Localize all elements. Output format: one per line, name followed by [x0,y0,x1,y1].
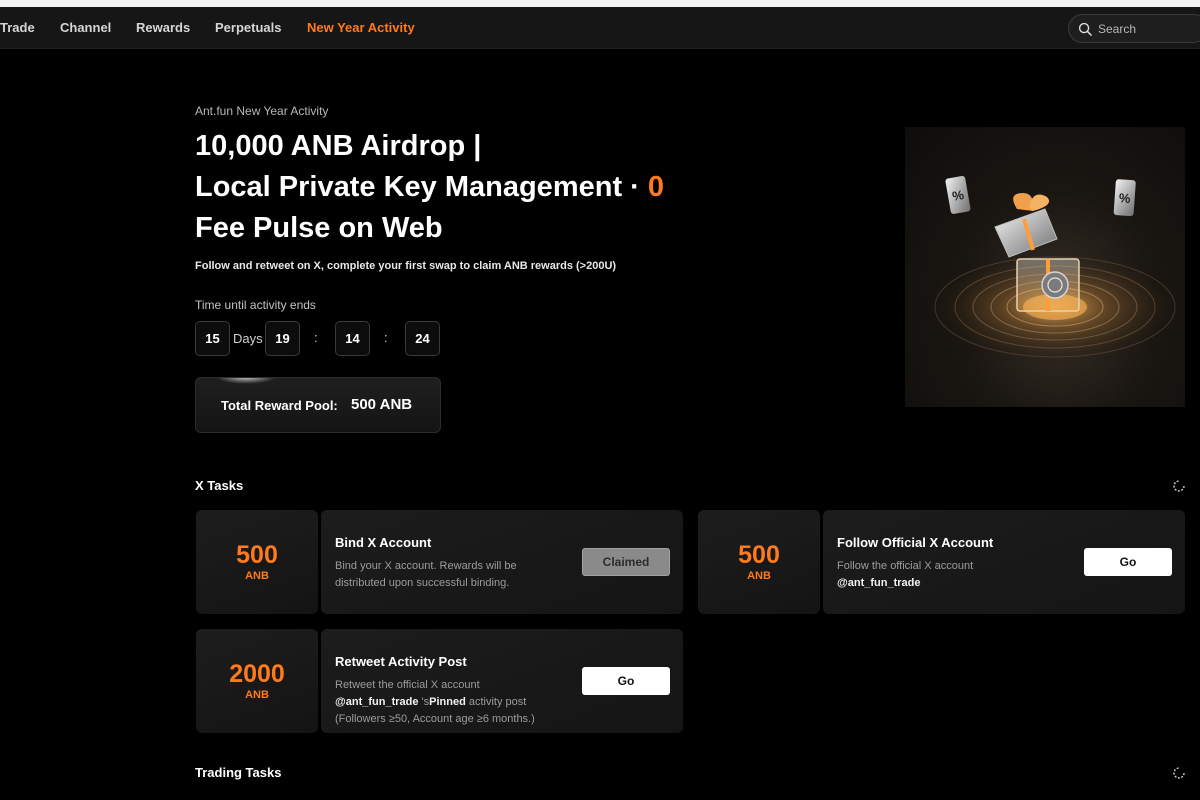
reward-pool-label: Total Reward Pool: [221,398,338,413]
gift-box-art: % % [915,176,1185,367]
nav-item-channel[interactable]: Channel [60,7,111,49]
possessive-text: 's [421,696,430,708]
timer-days: 15 [195,321,230,356]
reward-amount: 500 [236,541,278,569]
task-title: Bind X Account [335,535,432,550]
reward-amount-card: 2000 ANB [196,629,318,733]
reward-amount-card: 500 ANB [698,510,820,614]
task-description-line-3: (Followers ≥50, Account age ≥6 months.) [335,713,535,725]
headline-line-2: Local Private Key Management · 0 [195,167,755,208]
timer-days-unit: Days [233,331,263,346]
reward-amount-card: 500 ANB [196,510,318,614]
top-navbar: Trade Channel Rewards Perpetuals New Yea… [0,7,1200,49]
nav-item-trade[interactable]: Trade [0,7,35,49]
gift-box-illustration: % % [905,127,1185,407]
activity-eyebrow: Ant.fun New Year Activity [195,104,329,118]
headline-line-2-text: Local Private Key Management · [195,171,640,203]
nav-item-rewards[interactable]: Rewards [136,7,190,49]
x-handle: @ant_fun_trade [335,696,419,708]
search-box[interactable] [1068,14,1200,43]
task-description-text: Follow the official X account [837,560,974,572]
pinned-text: Pinned [429,696,466,708]
search-input[interactable] [1098,15,1200,42]
reward-unit: ANB [245,689,269,701]
timer-hours: 19 [265,321,300,356]
claimed-button[interactable]: Claimed [582,548,670,576]
reward-amount: 2000 [229,660,285,688]
timer-minutes: 14 [335,321,370,356]
task-card-bind-x-account: Bind X Account Bind your X account. Rewa… [321,510,683,614]
task-description-line-2: activity post [468,696,527,708]
headline-accent: 0 [647,171,665,203]
nav-item-new-year-activity[interactable]: New Year Activity [307,7,415,49]
task-description: Retweet the official X account @ant_fun_… [335,677,575,728]
timer-seconds: 24 [405,321,440,356]
x-handle: @ant_fun_trade [837,577,921,589]
timer-label: Time until activity ends [195,298,316,312]
task-card-retweet-post: Retweet Activity Post Retweet the offici… [321,629,683,733]
task-title: Follow Official X Account [837,535,994,550]
reward-amount: 500 [738,541,780,569]
reward-unit: ANB [747,570,771,582]
refresh-icon[interactable] [1172,766,1186,780]
browser-top-strip [0,0,1200,7]
task-description: Follow the official X account @ant_fun_t… [837,558,1067,592]
headline-line-1: 10,000 ANB Airdrop | [195,130,482,162]
refresh-icon[interactable] [1172,479,1186,493]
svg-text:%: % [1118,190,1131,206]
x-tasks-title: X Tasks [195,478,244,493]
activity-subtitle: Follow and retweet on X, complete your f… [195,260,617,272]
reward-unit: ANB [245,570,269,582]
timer-separator: : [314,330,318,345]
reward-pool-value: 500 ANB [351,396,413,413]
pool-glow [216,378,276,384]
task-title: Retweet Activity Post [335,654,467,669]
go-button[interactable]: Go [1084,548,1172,576]
page-title: 10,000 ANB Airdrop | Local Private Key M… [195,126,755,249]
task-card-follow-x-account: Follow Official X Account Follow the off… [823,510,1185,614]
nav-item-perpetuals[interactable]: Perpetuals [215,7,281,49]
trading-tasks-title: Trading Tasks [195,765,282,780]
task-description: Bind your X account. Rewards will be dis… [335,560,517,589]
reward-pool-card: Total Reward Pool: 500 ANB [195,377,441,433]
go-button[interactable]: Go [582,667,670,695]
headline-line-3: Fee Pulse on Web [195,212,443,244]
timer-separator: : [384,330,388,345]
task-description-line-1: Retweet the official X account [335,679,480,691]
search-icon [1078,22,1092,36]
